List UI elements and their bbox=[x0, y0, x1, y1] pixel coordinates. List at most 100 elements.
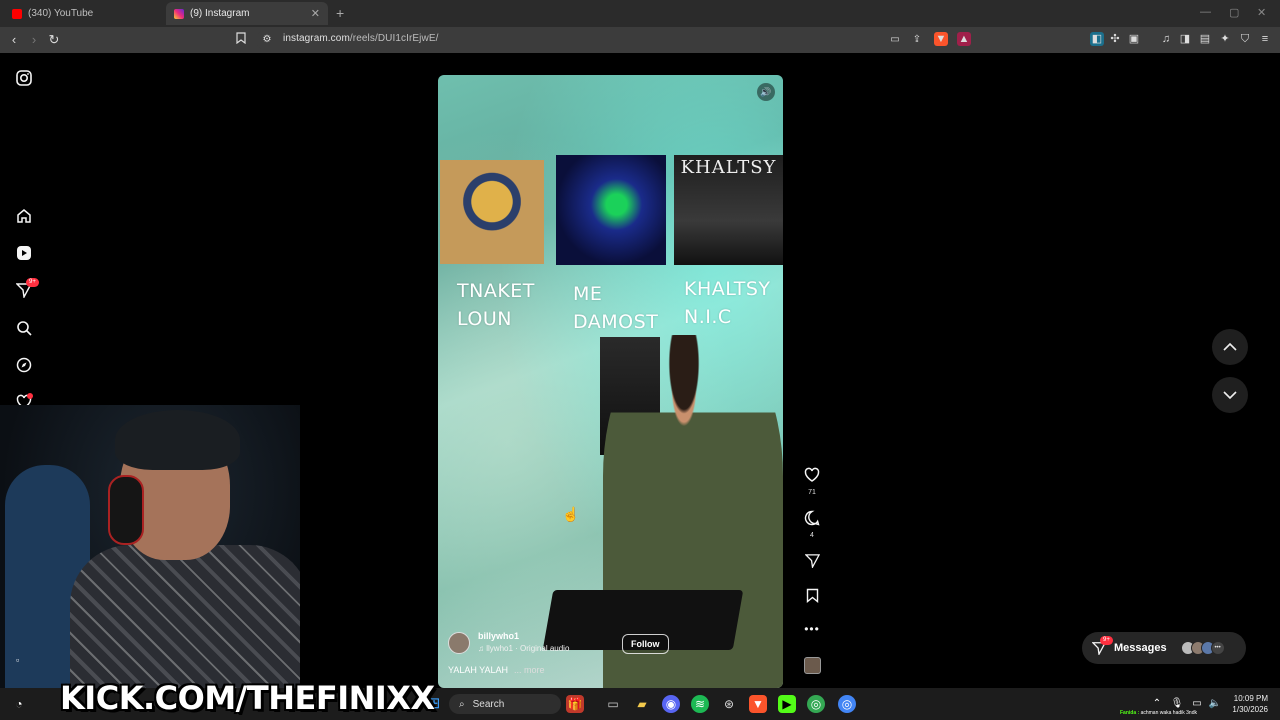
file-explorer-icon[interactable]: ▰ bbox=[633, 695, 651, 713]
comment-icon bbox=[804, 510, 820, 526]
reel-username[interactable]: billywho1 bbox=[478, 631, 519, 641]
close-window-button[interactable]: ✕ bbox=[1257, 6, 1266, 19]
taskbar-search[interactable]: ⌕ Search bbox=[449, 694, 561, 714]
messages-avatars: ••• bbox=[1180, 641, 1225, 655]
next-reel-button[interactable] bbox=[1212, 377, 1248, 413]
more-options-icon[interactable]: ••• bbox=[801, 622, 823, 636]
ticker-name: Fanida : bbox=[1120, 710, 1140, 716]
spotify-icon[interactable]: ≋ bbox=[691, 695, 709, 713]
search-icon[interactable] bbox=[14, 318, 34, 338]
reel-author-avatar[interactable] bbox=[448, 632, 470, 654]
album-cover-me-damost bbox=[556, 155, 666, 265]
close-tab-icon[interactable]: ✕ bbox=[311, 7, 320, 20]
discord-icon[interactable]: ◉ bbox=[662, 695, 680, 713]
notifications-dot bbox=[27, 393, 33, 399]
wallet-icon[interactable]: ▤ bbox=[1198, 32, 1212, 46]
reel-caption-text: YALAH YALAH bbox=[448, 665, 509, 675]
search-highlight-icon[interactable]: 🎁 bbox=[566, 695, 584, 713]
messages-send-icon: 9+ bbox=[1091, 636, 1113, 657]
url-text[interactable]: instagram.com/reels/DUI1cIrEjwE/ bbox=[283, 33, 438, 44]
comment-count: 4 bbox=[810, 532, 814, 539]
heart-icon bbox=[804, 467, 820, 482]
vpn-icon[interactable]: ⛉ bbox=[1238, 32, 1252, 46]
comment-button[interactable]: 4 bbox=[801, 510, 823, 539]
send-icon bbox=[803, 554, 820, 570]
bookmark-save-icon bbox=[806, 588, 818, 603]
volume-icon[interactable]: 🔊 bbox=[757, 83, 775, 101]
media-icon[interactable]: ♫ bbox=[1159, 32, 1173, 46]
chrome-icon[interactable]: ◎ bbox=[807, 695, 825, 713]
tab-youtube[interactable]: (340) YouTube bbox=[4, 2, 164, 25]
album-caption-2-line1: ME bbox=[573, 283, 603, 305]
brave-rewards-icon[interactable]: ▲ bbox=[957, 32, 971, 46]
chevron-down-icon bbox=[1223, 391, 1237, 400]
bookmark-icon[interactable] bbox=[233, 32, 249, 48]
back-icon[interactable]: ‹ bbox=[6, 32, 22, 48]
extension-icon[interactable]: ◧ bbox=[1090, 32, 1104, 46]
save-button[interactable] bbox=[801, 588, 823, 608]
home-icon[interactable] bbox=[14, 206, 34, 226]
album-caption-2: ME DAMOST bbox=[573, 280, 658, 336]
widgets-icon[interactable]: ◔ bbox=[10, 695, 28, 713]
reels-icon[interactable] bbox=[14, 243, 34, 263]
steam-icon[interactable]: ⊛ bbox=[720, 695, 738, 713]
album-cover-khaltsy: KHALTSY bbox=[674, 155, 783, 265]
album-caption-3-line1: KHALTSY bbox=[684, 278, 771, 300]
share-button[interactable] bbox=[801, 553, 823, 573]
taskbar-search-label: Search bbox=[472, 698, 505, 710]
audio-thumbnail-image bbox=[803, 657, 821, 674]
explore-icon[interactable] bbox=[14, 355, 34, 375]
headset bbox=[108, 475, 144, 545]
instagram-favicon-icon bbox=[174, 8, 184, 19]
album-cover-pharaoh bbox=[440, 160, 544, 264]
puzzle-extensions-icon[interactable]: ✣ bbox=[1108, 32, 1122, 46]
clock-date: 1/30/2026 bbox=[1232, 705, 1268, 714]
maximize-window-button[interactable]: ▢ bbox=[1229, 6, 1239, 19]
follow-button[interactable]: Follow bbox=[622, 634, 669, 654]
tab-instagram-title: (9) Instagram bbox=[190, 8, 250, 19]
streamer-hair bbox=[115, 410, 240, 470]
khaltsy-cover-text: KHALTSY bbox=[680, 157, 777, 178]
share-icon[interactable]: ⇪ bbox=[909, 32, 925, 48]
like-count: 71 bbox=[808, 489, 816, 496]
chrome-profile-icon[interactable]: ◎ bbox=[838, 695, 856, 713]
brave-browser-icon[interactable]: ▼ bbox=[749, 695, 767, 713]
reel-caption: YALAH YALAH ... more bbox=[448, 665, 545, 675]
clock[interactable]: 10:09 PM 1/30/2026 bbox=[1228, 693, 1268, 715]
volume-tray-icon[interactable]: 🔈 bbox=[1206, 695, 1224, 713]
messages-badge: 9+ bbox=[1100, 636, 1113, 645]
menu-icon[interactable]: ≡ bbox=[1258, 32, 1272, 46]
instagram-logo-icon[interactable] bbox=[14, 68, 34, 88]
sidebar-toggle-icon[interactable]: ◨ bbox=[1178, 32, 1192, 46]
direct-messages-icon[interactable]: 9+ bbox=[14, 278, 39, 300]
streamer-webcam bbox=[0, 405, 300, 688]
kick-channel-text: KICK.COM/THEFINIXX bbox=[60, 679, 435, 717]
youtube-favicon-icon bbox=[12, 8, 22, 19]
minimize-window-button[interactable]: — bbox=[1200, 6, 1211, 18]
audio-thumbnail[interactable] bbox=[801, 657, 823, 679]
forward-icon[interactable]: › bbox=[26, 32, 42, 48]
cast-icon[interactable]: ▭ bbox=[887, 32, 903, 48]
reel-audio[interactable]: ♫ llywho1 · Original audio bbox=[478, 644, 569, 653]
more-link[interactable]: ... more bbox=[514, 665, 545, 675]
previous-reel-button[interactable] bbox=[1212, 329, 1248, 365]
chat-ticker: Fanida : achman waka hadik 3ndk bbox=[1120, 710, 1197, 716]
kick-channel-overlay: KICK.COM/THEFINIXX bbox=[60, 680, 435, 716]
screenshot-icon[interactable]: ▣ bbox=[1127, 32, 1141, 46]
tab-instagram[interactable]: (9) Instagram ✕ bbox=[166, 2, 328, 25]
kick-studio-icon[interactable]: ▶ bbox=[778, 695, 796, 713]
reload-icon[interactable]: ↻ bbox=[46, 32, 62, 48]
messages-nav-badge: 9+ bbox=[26, 278, 39, 287]
url-path: /reels/DUI1cIrEjwE/ bbox=[349, 33, 439, 44]
ticker-text: achman waka hadik 3ndk bbox=[1140, 710, 1197, 716]
new-tab-button[interactable]: + bbox=[336, 5, 344, 21]
task-view-icon[interactable]: ▭ bbox=[604, 695, 622, 713]
brave-shield-icon[interactable]: ▼ bbox=[934, 32, 948, 46]
messages-button[interactable]: 9+ Messages ••• bbox=[1082, 632, 1246, 664]
like-button[interactable]: 71 bbox=[801, 467, 823, 496]
reel-video[interactable]: KHALTSY TNAKET LOUN ME DAMOST KHALTSY N.… bbox=[438, 75, 783, 688]
album-caption-3: KHALTSY N.I.C bbox=[684, 275, 771, 331]
site-settings-icon[interactable]: ⚙ bbox=[259, 32, 275, 48]
leo-ai-icon[interactable]: ✦ bbox=[1218, 32, 1232, 46]
hand-cursor-icon: ☝ bbox=[562, 506, 580, 522]
